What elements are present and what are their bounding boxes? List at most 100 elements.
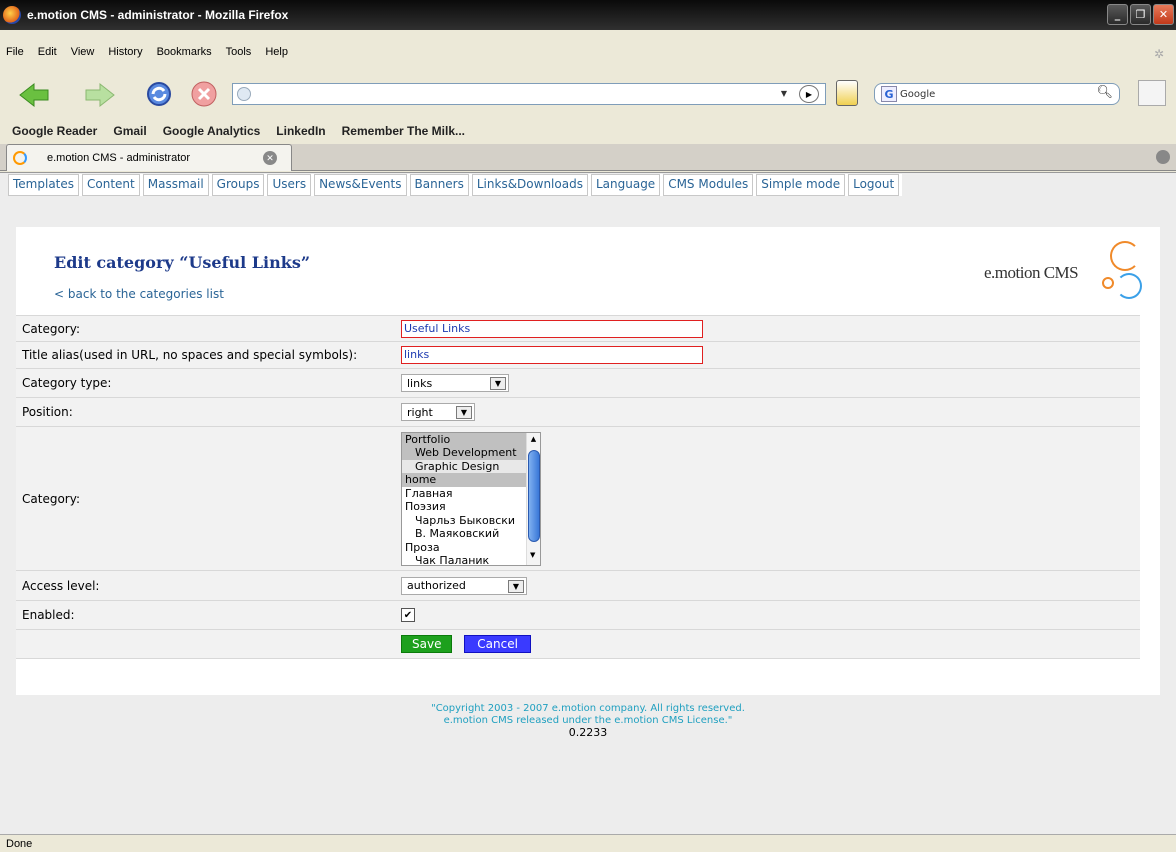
cms-nav-groups[interactable]: Groups (211, 174, 265, 196)
logo-circle-orange (1110, 241, 1140, 271)
menu-history[interactable]: History (108, 46, 142, 58)
emotion-cms-logo: e.motion CMS (962, 233, 1152, 303)
cms-nav-menu: Templates Content Massmail Groups Users … (8, 174, 903, 196)
bookmark-google-reader[interactable]: Google Reader (12, 124, 97, 138)
reload-icon (147, 82, 171, 106)
back-arrow-icon (19, 82, 49, 108)
toolbar-extension-icon[interactable] (1138, 80, 1166, 106)
save-button[interactable]: Save (401, 635, 453, 653)
cms-nav-banners[interactable]: Banners (409, 174, 469, 196)
listbox-option[interactable]: Чак Паланик (402, 554, 540, 565)
form-row-position: Position: right ▼ (16, 397, 1140, 426)
window-titlebar: e.motion CMS - administrator - Mozilla F… (0, 0, 1176, 30)
url-bar[interactable]: ▼ ▶ (232, 83, 826, 105)
scrollbar-thumb[interactable] (528, 449, 540, 542)
cms-nav-templates[interactable]: Templates (8, 174, 80, 196)
menu-view[interactable]: View (71, 46, 95, 58)
form-row-type: Category type: links ▼ (16, 368, 1140, 397)
cms-nav-cms-modules[interactable]: CMS Modules (663, 174, 754, 196)
listbox-option[interactable]: Graphic Design (402, 459, 540, 473)
listbox-option[interactable]: home (402, 473, 540, 487)
feed-icon[interactable] (836, 80, 858, 106)
back-to-categories-link[interactable]: < back to the categories list (54, 287, 224, 301)
firefox-icon (3, 6, 21, 24)
form-row-category: Category: Useful Links (16, 315, 1140, 341)
bookmarks-toolbar: Google Reader Gmail Google Analytics Lin… (0, 120, 469, 142)
tab-favicon (13, 151, 27, 165)
forward-arrow-icon (85, 82, 115, 108)
category-type-select[interactable]: links ▼ (401, 374, 509, 392)
title-alias-input[interactable]: links (401, 346, 703, 364)
search-icon[interactable]: 🔍︎ (1096, 85, 1113, 100)
menu-help[interactable]: Help (265, 46, 288, 58)
back-button[interactable] (18, 82, 52, 108)
scroll-up-icon[interactable]: ▲ (527, 433, 540, 447)
cms-nav-massmail[interactable]: Massmail (142, 174, 209, 196)
stop-button[interactable] (190, 80, 218, 108)
logo-text: e.motion CMS (984, 263, 1079, 282)
parent-category-listbox[interactable]: Portfolio Web Development Graphic Design… (401, 431, 541, 566)
listbox-option[interactable]: Поэзия (402, 500, 540, 514)
menu-tools[interactable]: Tools (226, 46, 252, 58)
menu-file[interactable]: File (6, 46, 24, 58)
bookmark-google-analytics[interactable]: Google Analytics (163, 124, 261, 138)
enabled-label: Enabled: (22, 608, 75, 622)
cancel-button[interactable]: Cancel (464, 635, 531, 653)
listbox-option[interactable]: Проза (402, 541, 540, 555)
page-title: Edit category “Useful Links” (54, 253, 311, 272)
bookmark-gmail[interactable]: Gmail (113, 124, 146, 138)
forward-button[interactable] (82, 82, 116, 108)
logo-circle-small (1102, 277, 1114, 289)
bookmark-remember-the-milk[interactable]: Remember The Milk... (342, 124, 465, 138)
listbox-option[interactable]: Главная (402, 487, 540, 501)
tab-close-icon[interactable]: ✕ (263, 151, 277, 165)
cms-nav-simple-mode[interactable]: Simple mode (756, 174, 846, 196)
cms-nav-language[interactable]: Language (590, 174, 661, 196)
version-number: 0.2233 (568, 726, 608, 739)
position-select[interactable]: right ▼ (401, 403, 475, 421)
listbox-option[interactable]: Web Development (402, 446, 540, 460)
page-viewport: Templates Content Massmail Groups Users … (0, 172, 1176, 834)
search-box[interactable]: G Google 🔍︎ (874, 83, 1120, 105)
category-name-input[interactable]: Useful Links (401, 319, 703, 338)
listbox-option[interactable]: В. Маяковский (402, 527, 540, 541)
menu-edit[interactable]: Edit (38, 46, 57, 58)
menu-bar: File Edit View History Bookmarks Tools H… (0, 42, 296, 62)
form-row-alias: Title alias(used in URL, no spaces and s… (16, 341, 1140, 368)
form-row-enabled: Enabled: ✔ (16, 600, 1140, 629)
listbox-option[interactable]: Portfolio (402, 432, 540, 446)
access-level-select[interactable]: authorized ▼ (401, 576, 527, 595)
throbber-icon: ✲ (1153, 47, 1164, 61)
navigation-toolbar: ▼ ▶ G Google 🔍︎ (0, 72, 1176, 116)
menu-bookmarks[interactable]: Bookmarks (157, 46, 212, 58)
cms-nav-logout[interactable]: Logout (848, 174, 900, 196)
parent-category-label: Category: (22, 491, 80, 506)
minimize-button[interactable]: _ (1107, 4, 1128, 25)
restore-button[interactable]: ❐ (1130, 4, 1151, 25)
chevron-down-icon: ▼ (508, 579, 524, 593)
window-controls: _ ❐ ✕ (1107, 4, 1174, 25)
copyright-line: "Copyright 2003 - 2007 e.motion company.… (431, 703, 745, 714)
enabled-checkbox[interactable]: ✔ (401, 608, 415, 622)
tab-bar: e.motion CMS - administrator ✕ (0, 144, 1176, 171)
bookmark-linkedin[interactable]: LinkedIn (276, 124, 325, 138)
cms-nav-news-events[interactable]: News&Events (314, 174, 407, 196)
cms-nav-content[interactable]: Content (82, 174, 140, 196)
url-dropdown-icon[interactable]: ▼ (781, 89, 787, 98)
reload-button[interactable] (142, 78, 176, 110)
cms-nav-links-downloads[interactable]: Links&Downloads (471, 174, 588, 196)
tab-emotion-cms[interactable]: e.motion CMS - administrator ✕ (6, 144, 292, 171)
cms-nav-users[interactable]: Users (267, 174, 312, 196)
go-button[interactable]: ▶ (799, 85, 819, 103)
chevron-down-icon: ▼ (456, 406, 472, 419)
listbox-scrollbar[interactable]: ▲ ▼ (526, 432, 540, 565)
google-engine-icon[interactable]: G (881, 86, 897, 102)
logo-circle-blue (1116, 273, 1142, 299)
stop-icon (191, 81, 217, 107)
tab-label: e.motion CMS - administrator (47, 152, 191, 164)
access-level-value: authorized (407, 579, 466, 592)
listbox-option[interactable]: Чарльз Быковски (402, 514, 540, 528)
close-button[interactable]: ✕ (1153, 4, 1174, 25)
tab-list-icon[interactable] (1156, 150, 1170, 164)
scroll-down-icon[interactable]: ▼ (530, 549, 535, 563)
